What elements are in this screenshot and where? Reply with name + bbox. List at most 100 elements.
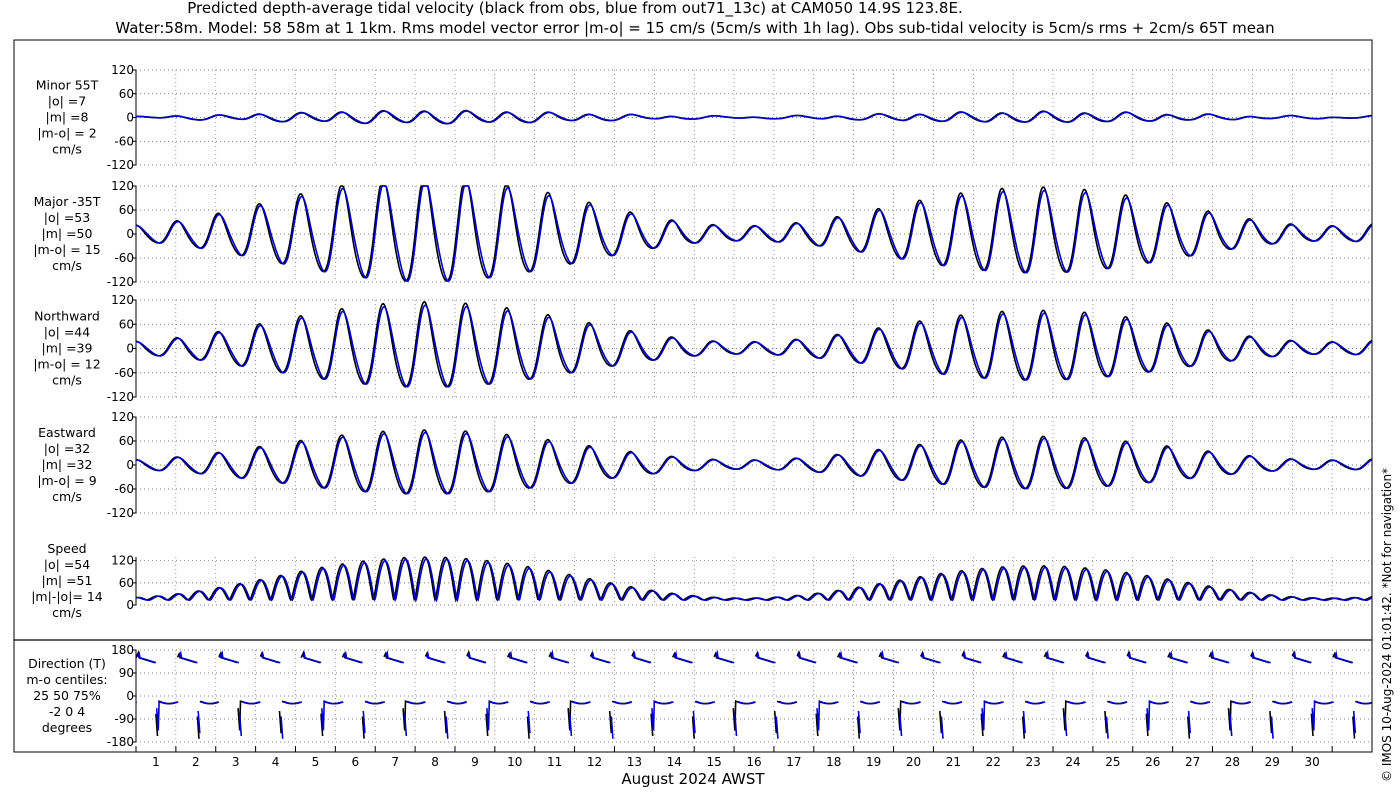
panel-label-line: Eastward [38,425,96,440]
y-tick-label: 0 [126,342,134,356]
panel-north: 120 60 0 -60 -120 Northward|o| =44|m| =39|m-o… [33,293,1373,404]
x-tick-label: 1 [152,755,160,769]
panel-label-line: |o| =54 [44,557,90,572]
y-tick-label: 60 [119,317,134,331]
x-axis: 1 2 3 4 5 6 7 8 9 10 11 12 13 14 15 16 17 18 19 20 21 22 23 24 2… [14,639,1373,769]
x-tick-label: 2 [192,755,200,769]
x-tick-label: 15 [706,755,721,769]
panel-label-line: Minor 55T [36,78,99,93]
y-tick-label: 180 [111,643,134,657]
panel-label-line: m-o centiles: [26,672,107,687]
x-tick-label: 5 [312,755,320,769]
y-tick-label: 60 [119,576,134,590]
y-tick-label: 60 [119,434,134,448]
x-tick-label: 14 [667,755,682,769]
x-tick-label: 24 [1065,755,1080,769]
x-tick-label: 20 [906,755,921,769]
x-tick-label: 28 [1225,755,1240,769]
panel-label-line: cm/s [52,373,82,388]
series-obs-line [136,556,1373,603]
x-tick-label: 4 [272,755,280,769]
panel-label-line: |m| =51 [42,573,93,588]
panel-label-line: |m-o| = 9 [37,473,96,488]
y-tick-label: 120 [111,63,134,77]
y-tick-label: 90 [119,666,134,680]
y-tick-label: -180 [107,735,134,749]
x-tick-label: 7 [391,755,399,769]
y-tick-label: -120 [107,390,134,404]
x-tick-label: 22 [986,755,1001,769]
panel-label-line: -2 0 4 [49,704,85,719]
y-tick-label: 0 [126,689,134,703]
y-tick-label: 0 [126,111,134,125]
x-axis-label: August 2024 AWST [621,770,765,788]
series-model-line [136,185,1373,282]
x-tick-label: 16 [746,755,761,769]
y-tick-label: -60 [114,251,134,265]
y-tick-label: 120 [111,179,134,193]
figure-title-line2: Water:58m. Model: 58 58m at 1 1km. Rms m… [115,19,1274,37]
panel-label-line: |m| =8 [46,110,89,125]
y-tick-label: -120 [107,275,134,289]
panels-group: 120600-60-120Minor 55T|o| =7|m| =8|m-o| … [26,63,1373,749]
panel-label-line: |m-o| = 2 [37,126,96,141]
x-tick-label: 8 [431,755,439,769]
x-tick-label: 13 [627,755,642,769]
panel-label-line: cm/s [52,142,82,157]
panel-direction: 180 90 0 -90 -180 Direction (T)m-o centiles:2… [26,643,1373,749]
y-tick-label: 0 [126,458,134,472]
panel-label-line: |m| =39 [42,341,93,356]
panel-label-line: degrees [42,720,92,735]
x-tick-label: 21 [946,755,961,769]
y-tick-label: -90 [114,712,134,726]
panel-label-line: |o| =32 [44,441,90,456]
x-tick-label: 17 [786,755,801,769]
y-tick-label: -60 [114,366,134,380]
y-tick-label: 0 [126,598,134,612]
tidal-velocity-figure: Predicted depth-average tidal velocity (… [13,0,1394,788]
panel-label-line: 25 50 75% [33,688,101,703]
y-tick-label: -120 [107,506,134,520]
panel-label-line: cm/s [52,258,82,273]
y-tick-label: -60 [114,482,134,496]
panel-major: 120 60 0 -60 -120 Major -35T|o| =53|m| =50|m-… [33,179,1373,289]
y-tick-label: 60 [119,87,134,101]
panel-label-line: |m-o| = 12 [33,357,100,372]
panel-label-line: Direction (T) [28,656,106,671]
x-tick-label: 3 [232,755,240,769]
panel-speed: 120 60 0 Speed|o| =54|m| =51|m|-|o|= 14cm/s [31,541,1373,620]
x-tick-label: 10 [507,755,522,769]
panel-label-line: |m| =32 [42,457,93,472]
x-tick-label: 29 [1265,755,1280,769]
panel-label-line: cm/s [52,605,82,620]
x-tick-label: 19 [866,755,881,769]
y-tick-label: -60 [114,134,134,148]
panel-label-line: |o| =53 [44,210,90,225]
y-tick-label: 120 [111,293,134,307]
panel-label-line: |m|-|o|= 14 [31,589,103,604]
x-tick-label: 11 [547,755,562,769]
panel-label-line: Speed [47,541,86,556]
series-model-line [135,558,1373,603]
series-obs-line [135,649,1373,739]
panel-label-line: |o| =7 [48,94,86,109]
panel-label-line: |m| =50 [42,226,93,241]
series-model-line [135,304,1373,388]
panel-east: 120 60 0 -60 -120 Eastward|o| =32|m| =32|m-o|… [37,410,1373,520]
x-tick-label: 9 [471,755,479,769]
panel-label-line: Major -35T [34,194,101,209]
panel-label-line: |o| =44 [44,325,90,340]
panel-label-line: Northward [34,309,100,324]
x-tick-label: 6 [351,755,359,769]
x-tick-label: 26 [1145,755,1160,769]
panel-minor: 120 60 0 -60 -120 Minor 55T|o| =7|m| =8|m-o| … [36,63,1373,172]
x-tick-label: 12 [587,755,602,769]
y-tick-label: -120 [107,158,134,172]
y-tick-label: 120 [111,554,134,568]
x-tick-label: 30 [1305,755,1320,769]
x-tick-label: 18 [826,755,841,769]
panel-label-line: cm/s [52,489,82,504]
panel-label-line: |m-o| = 15 [33,242,100,257]
series-model-line [136,431,1373,495]
x-tick-label: 25 [1105,755,1120,769]
